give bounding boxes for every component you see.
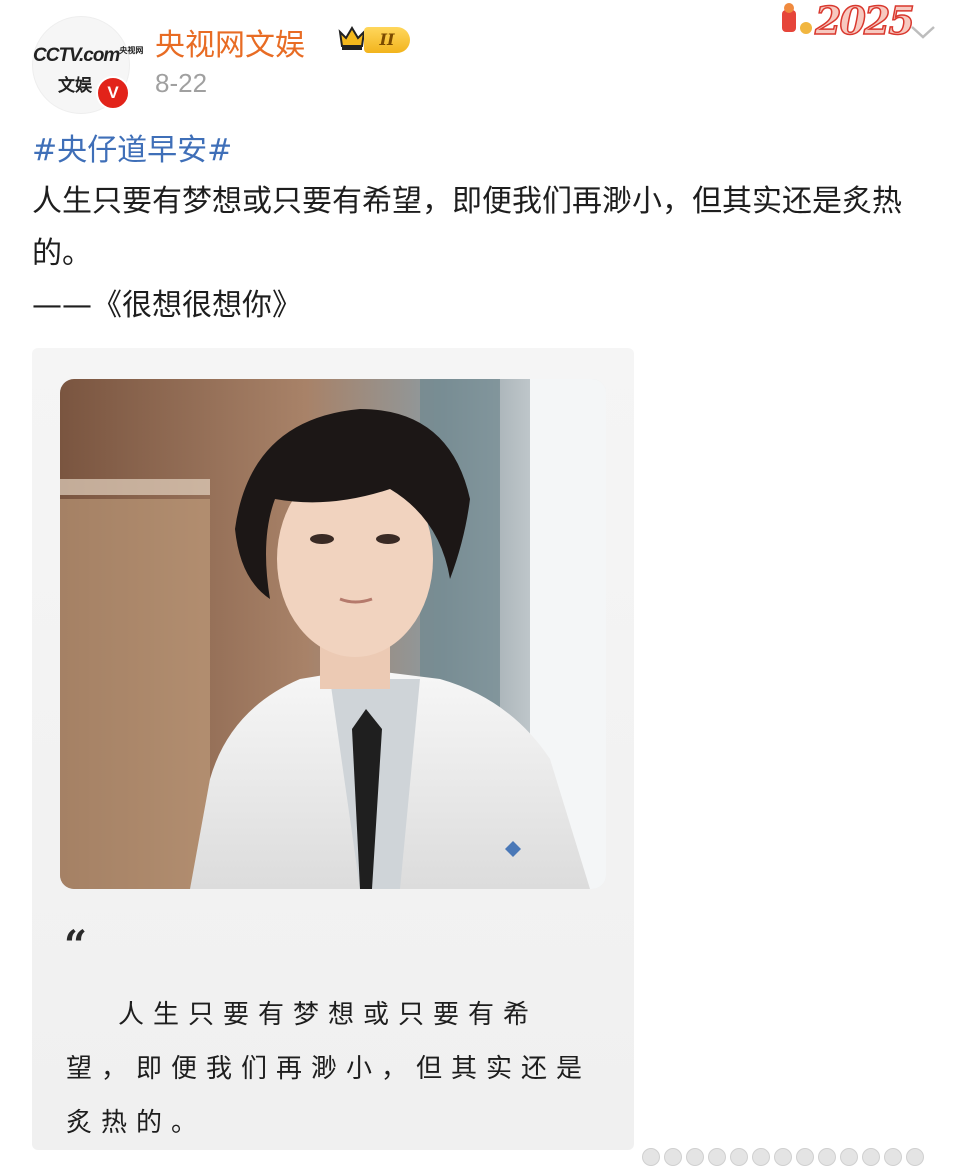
- year-decoration: 2025: [814, 0, 915, 44]
- pager-dot: [642, 1148, 660, 1166]
- image-card[interactable]: “ 人生只要有梦想或只要有希望，即便我们再渺小，但其实还是炙热的。: [32, 348, 634, 1150]
- post-body: 人生只要有梦想或只要有希望，即便我们再渺小，但其实还是炙热的。: [32, 184, 902, 271]
- doctor-portrait-photo: [60, 379, 606, 889]
- pager-dot: [906, 1148, 924, 1166]
- pager-dot: [862, 1148, 880, 1166]
- quote-text: 人生只要有梦想或只要有希望，即便我们再渺小，但其实还是炙热的。: [66, 1000, 592, 1138]
- pager-dot: [752, 1148, 770, 1166]
- verified-badge: V: [96, 76, 130, 110]
- post-source: ——《很想很想你》: [32, 288, 302, 323]
- pager-dot: [796, 1148, 814, 1166]
- pager-dot: [840, 1148, 858, 1166]
- pager-dot: [730, 1148, 748, 1166]
- level-badge: II: [364, 27, 410, 53]
- pager-dot: [664, 1148, 682, 1166]
- pager-dot: [774, 1148, 792, 1166]
- avatar-logo-text: CCTV.com央视网: [33, 45, 144, 66]
- post-date: 8-22: [155, 68, 208, 98]
- pager-dot: [708, 1148, 726, 1166]
- hashtag-link[interactable]: #央仔道早安#: [32, 126, 932, 176]
- image-pager: [642, 1148, 932, 1168]
- quote-mark: “: [64, 922, 88, 969]
- chevron-down-icon[interactable]: [908, 22, 938, 42]
- author-name[interactable]: 央视网文娱: [155, 20, 305, 64]
- avatar-logo-subtitle: 文娱: [58, 76, 92, 96]
- post-content: #央仔道早安# 人生只要有梦想或只要有希望，即便我们再渺小，但其实还是炙热的。 …: [32, 126, 932, 332]
- pager-dot: [686, 1148, 704, 1166]
- pager-dot: [818, 1148, 836, 1166]
- pager-dot: [884, 1148, 902, 1166]
- crown-icon: [338, 26, 366, 50]
